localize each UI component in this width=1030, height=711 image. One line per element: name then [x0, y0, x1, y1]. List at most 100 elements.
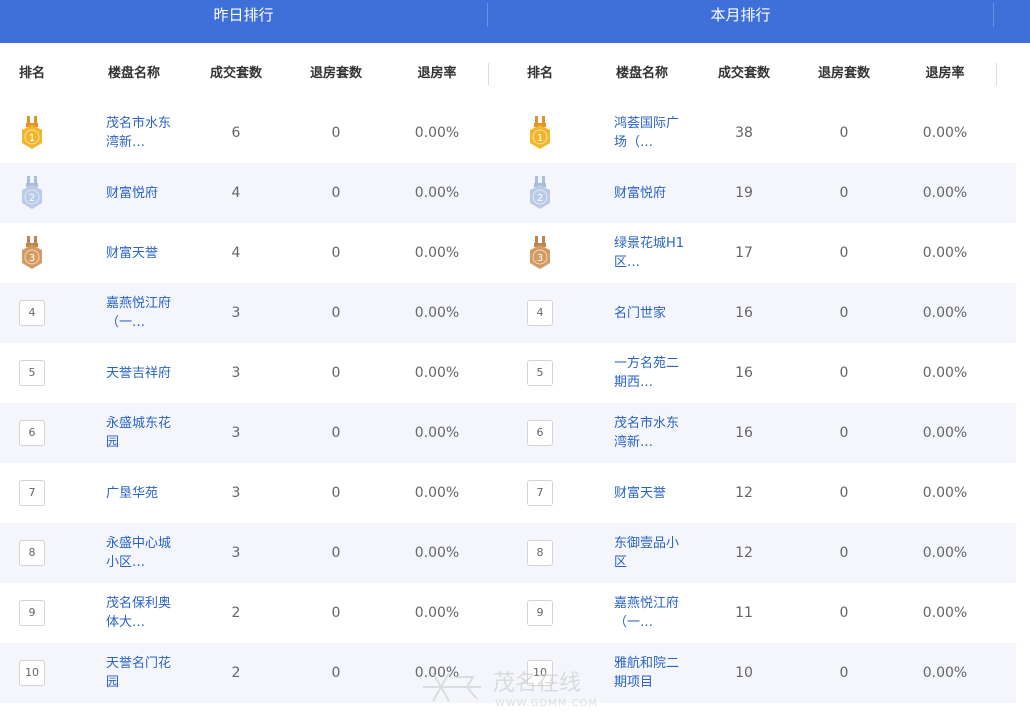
- property-name-link[interactable]: 名门世家: [614, 293, 686, 333]
- property-name-link[interactable]: 茂名市水东湾新…: [614, 413, 686, 453]
- returns-value: 0: [331, 365, 341, 381]
- yesterday-ranking-table: 排名 楼盘名称 成交套数 退房套数 退房率 1 茂名市水东湾新… 6 0 0.00% 2 财富悦府 4 0…: [0, 43, 508, 711]
- returns-value: 0: [331, 305, 341, 321]
- table-row: 1 鸿荟国际广场（… 38 0 0.00%: [508, 103, 1016, 163]
- property-name-link[interactable]: 天誉吉祥府: [106, 353, 178, 393]
- property-name-text: 广垦华苑: [106, 485, 159, 501]
- rate-value: 0.00%: [414, 545, 460, 561]
- rank-number: 4: [19, 300, 45, 326]
- rate-value: 0.00%: [922, 425, 968, 441]
- deals-value: 3: [231, 425, 241, 441]
- property-name-link[interactable]: 永盛中心城小区…: [106, 533, 178, 573]
- rate-value: 0.00%: [922, 245, 968, 261]
- deals-value: 6: [231, 125, 241, 141]
- deals-value: 3: [231, 365, 241, 381]
- tab-yesterday-ranking[interactable]: 昨日排行: [0, 0, 487, 30]
- property-name-link[interactable]: 鸿荟国际广场（…: [614, 113, 686, 153]
- table-row: 9 嘉燕悦江府（一… 11 0 0.00%: [508, 583, 1016, 643]
- table-row: 6 茂名市水东湾新… 16 0 0.00%: [508, 403, 1016, 463]
- deals-value: 4: [231, 185, 241, 201]
- property-name-text: 财富天誉: [614, 485, 667, 501]
- returns-value: 0: [839, 665, 849, 681]
- property-name-link[interactable]: 广垦华苑: [106, 473, 178, 513]
- rank-number: 6: [19, 420, 45, 446]
- svg-text:3: 3: [29, 253, 35, 264]
- deals-value: 2: [231, 665, 241, 681]
- column-header-rate: 退房率: [417, 66, 457, 81]
- rate-value: 0.00%: [922, 365, 968, 381]
- returns-value: 0: [839, 485, 849, 501]
- table-row: 8 永盛中心城小区… 3 0 0.00%: [0, 523, 508, 583]
- rate-value: 0.00%: [922, 185, 968, 201]
- table-row: 3 财富天誉 4 0 0.00%: [0, 223, 508, 283]
- property-name-text: 财富悦府: [106, 185, 159, 201]
- deals-value: 4: [231, 245, 241, 261]
- property-name-link[interactable]: 财富天誉: [106, 233, 178, 273]
- rank-number: 8: [527, 540, 553, 566]
- property-name-text: 茂名市水东湾新…: [106, 116, 172, 150]
- tab-month-ranking[interactable]: 本月排行: [488, 0, 993, 30]
- returns-value: 0: [839, 605, 849, 621]
- property-name-text: 东御壹品小区: [614, 536, 680, 570]
- column-header-returns: 退房套数: [309, 66, 362, 81]
- column-header-deals: 成交套数: [209, 66, 262, 81]
- property-name-link[interactable]: 财富天誉: [614, 473, 686, 513]
- property-name-text: 永盛城东花园: [106, 416, 172, 450]
- property-name-link[interactable]: 财富悦府: [106, 173, 178, 213]
- property-name-text: 财富悦府: [614, 185, 667, 201]
- property-name-text: 绿景花城H1区…: [614, 236, 685, 270]
- property-name-link[interactable]: 茂名保利奥体大…: [106, 593, 178, 633]
- property-name-link[interactable]: 天誉名门花园: [106, 653, 178, 693]
- rank-number: 5: [19, 360, 45, 386]
- table-row: 7 广垦华苑 3 0 0.00%: [0, 463, 508, 523]
- deals-value: 16: [735, 305, 753, 321]
- rate-value: 0.00%: [414, 665, 460, 681]
- property-name-link[interactable]: 财富悦府: [614, 173, 686, 213]
- table-row: 10 天誉名门花园 2 0 0.00%: [0, 643, 508, 703]
- table-row: 2 财富悦府 4 0 0.00%: [0, 163, 508, 223]
- returns-value: 0: [839, 365, 849, 381]
- ranking-header-bar: 昨日排行 本月排行: [0, 0, 1030, 43]
- rate-value: 0.00%: [414, 125, 460, 141]
- column-header-rank: 排名: [526, 66, 553, 81]
- deals-value: 12: [735, 545, 753, 561]
- property-name-link[interactable]: 东御壹品小区: [614, 533, 686, 573]
- property-name-link[interactable]: 一方名苑二期西…: [614, 353, 686, 393]
- rank-number: 7: [527, 480, 553, 506]
- table-row: 7 财富天誉 12 0 0.00%: [508, 463, 1016, 523]
- property-name-link[interactable]: 绿景花城H1区…: [614, 233, 686, 273]
- rate-value: 0.00%: [414, 245, 460, 261]
- rate-value: 0.00%: [414, 365, 460, 381]
- property-name-text: 茂名保利奥体大…: [106, 596, 172, 630]
- returns-value: 0: [331, 485, 341, 501]
- table-row: 10 雅航和院二期项目 10 0 0.00%: [508, 643, 1016, 703]
- header-divider: [993, 3, 994, 27]
- column-header-returns: 退房套数: [817, 66, 870, 81]
- deals-value: 3: [231, 545, 241, 561]
- returns-value: 0: [839, 245, 849, 261]
- property-name-link[interactable]: 嘉燕悦江府（一…: [614, 593, 686, 633]
- returns-value: 0: [331, 185, 341, 201]
- property-name-text: 天誉吉祥府: [106, 365, 172, 381]
- property-name-link[interactable]: 永盛城东花园: [106, 413, 178, 453]
- table-row: 1 茂名市水东湾新… 6 0 0.00%: [0, 103, 508, 163]
- property-name-link[interactable]: 嘉燕悦江府（一…: [106, 293, 178, 333]
- returns-value: 0: [331, 425, 341, 441]
- svg-text:2: 2: [29, 193, 35, 204]
- deals-value: 3: [231, 305, 241, 321]
- rate-value: 0.00%: [922, 605, 968, 621]
- deals-value: 16: [735, 425, 753, 441]
- property-name-text: 茂名市水东湾新…: [614, 416, 680, 450]
- rate-value: 0.00%: [922, 545, 968, 561]
- table-row: 5 一方名苑二期西… 16 0 0.00%: [508, 343, 1016, 403]
- column-header-name: 楼盘名称: [107, 66, 160, 81]
- property-name-link[interactable]: 茂名市水东湾新…: [106, 113, 178, 153]
- property-name-link[interactable]: 雅航和院二期项目: [614, 653, 686, 693]
- returns-value: 0: [839, 305, 849, 321]
- rate-value: 0.00%: [922, 485, 968, 501]
- rank-number: 9: [527, 600, 553, 626]
- rank-number: 7: [19, 480, 45, 506]
- rank-number: 9: [19, 600, 45, 626]
- returns-value: 0: [331, 245, 341, 261]
- svg-text:3: 3: [537, 253, 543, 264]
